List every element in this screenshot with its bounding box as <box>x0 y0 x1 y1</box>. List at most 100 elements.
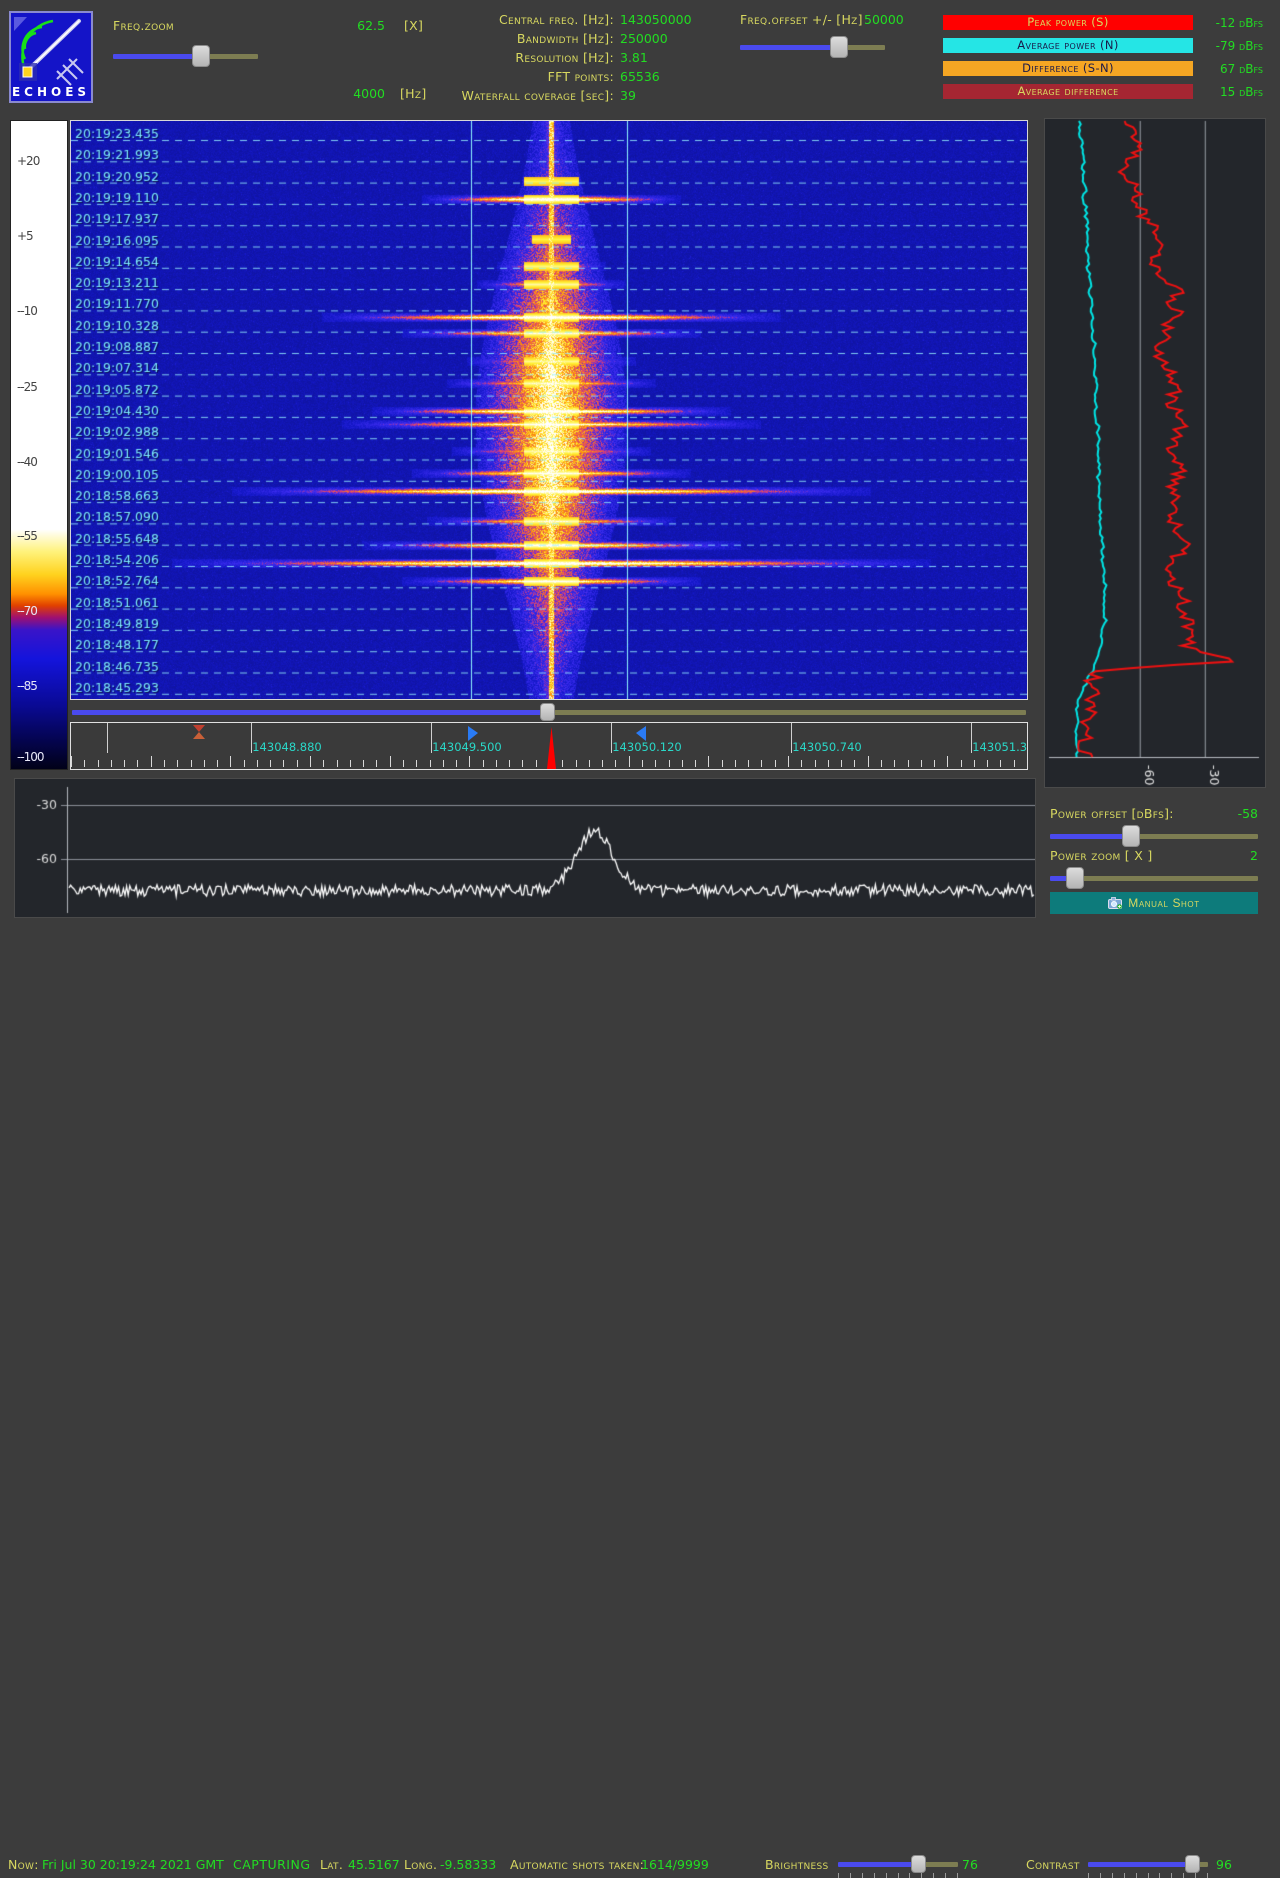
status-now-value: Fri Jul 30 20:19:24 2021 GMT <box>42 1857 224 1872</box>
ruler-tick <box>151 756 152 767</box>
top-toolbar: ECHOES Freq.zoom 62.5 [X] 4000 [Hz] Cent… <box>0 0 1280 115</box>
param-row: Resolution [Hz]:3.81 <box>470 50 700 69</box>
slider-knob[interactable] <box>540 703 555 721</box>
ruler-label: 143049.500 <box>432 740 502 754</box>
ruler-tick <box>669 760 670 767</box>
ruler-tick <box>708 756 709 767</box>
ruler-gridline <box>107 723 108 753</box>
ruler-tick <box>376 760 377 767</box>
ruler-tick <box>323 760 324 767</box>
param-label: FFT points: <box>548 69 614 84</box>
slider-track-filled <box>113 54 201 59</box>
status-bar: Now: Fri Jul 30 20:19:24 2021 GMT CAPTUR… <box>0 925 1280 963</box>
marker-left-arrow[interactable] <box>636 726 647 742</box>
ruler-tick <box>921 760 922 767</box>
ruler-tick <box>137 760 138 767</box>
ruler-label: 143048.880 <box>252 740 322 754</box>
ruler-tick <box>1027 756 1028 767</box>
power-indicator-row: Difference (S-N)67 dBfs <box>943 60 1273 77</box>
average-difference-bar: Average difference <box>943 84 1193 99</box>
frequency-ruler[interactable]: 143048.880143049.500143050.120143050.740… <box>70 722 1028 770</box>
brightness-value: 76 <box>962 1857 978 1872</box>
color-scale-tick: --100 <box>17 750 44 764</box>
manual-shot-button[interactable]: Manual Shot <box>1050 892 1258 914</box>
waterfall-display[interactable] <box>70 120 1028 700</box>
power-offset-label: Power offset [dBfs]: <box>1050 806 1174 821</box>
ruler-tick <box>868 756 869 767</box>
ruler-tick <box>496 760 497 767</box>
slider-knob[interactable] <box>1066 867 1084 889</box>
ruler-tick <box>270 760 271 767</box>
frequency-ruler-area: 143048.880143049.500143050.120143050.740… <box>70 702 1028 770</box>
param-row: Central freq. [Hz]:143050000 <box>470 12 700 31</box>
contrast-label: Contrast <box>1026 1857 1080 1872</box>
power-zoom-value: 2 <box>1222 848 1258 863</box>
param-value: 39 <box>620 88 700 103</box>
power-zoom-label: Power zoom [ X ] <box>1050 848 1153 863</box>
freq-zoom-hz-unit: [Hz] <box>400 86 427 101</box>
ruler-tick <box>164 760 165 767</box>
status-shots-label: Automatic shots taken: <box>510 1857 644 1872</box>
ruler-tick <box>1014 760 1015 767</box>
ruler-tick <box>854 760 855 767</box>
power-offset-slider[interactable] <box>1050 828 1258 844</box>
ruler-tick <box>655 760 656 767</box>
ruler-tick <box>1000 760 1001 767</box>
freq-zoom-hz-value: 4000 <box>322 86 385 101</box>
ruler-tick <box>350 760 351 767</box>
power-indicator-row: Average difference15 dBfs <box>943 83 1273 100</box>
ruler-label: 143051.360 <box>972 740 1028 754</box>
ruler-tick <box>297 760 298 767</box>
ruler-tick <box>562 760 563 767</box>
ruler-tick <box>98 760 99 767</box>
ruler-tick <box>337 760 338 767</box>
ruler-tick <box>430 760 431 767</box>
param-row: Bandwidth [Hz]:250000 <box>470 31 700 50</box>
ruler-tick <box>987 760 988 767</box>
slider-track-filled <box>72 710 549 715</box>
freq-offset-slider[interactable] <box>740 38 885 56</box>
ruler-tick <box>536 760 537 767</box>
noise-marker-icon[interactable] <box>193 725 205 739</box>
average-power-value: -79 dBfs <box>1193 39 1267 53</box>
slider-track-filled <box>1088 1862 1194 1867</box>
color-scale-gradient <box>11 121 67 769</box>
param-row: Waterfall coverage [sec]:39 <box>470 88 700 107</box>
ruler-tick <box>602 760 603 767</box>
waterfall-canvas[interactable] <box>71 121 1027 699</box>
ruler-tick <box>576 760 577 767</box>
spectrum-plot <box>14 778 1036 918</box>
slider-knob[interactable] <box>1185 1855 1200 1873</box>
color-scale-tick: --10 <box>17 304 37 318</box>
status-long-value: -9.58333 <box>440 1857 496 1872</box>
param-value: 143050000 <box>620 12 700 27</box>
frequency-pan-slider[interactable] <box>72 706 1026 718</box>
peak-power-value: -12 dBfs <box>1193 16 1267 30</box>
slider-track-filled <box>838 1862 920 1867</box>
color-scale-tick: --40 <box>17 455 37 469</box>
ruler-tick <box>124 760 125 767</box>
ruler-tick <box>177 760 178 767</box>
status-long-label: Long. <box>404 1857 437 1872</box>
param-row: FFT points:65536 <box>470 69 700 88</box>
slider-knob[interactable] <box>830 36 848 58</box>
brightness-slider[interactable] <box>838 1856 958 1872</box>
color-scale-tick: +5 <box>17 229 33 243</box>
ruler-tick <box>775 760 776 767</box>
slider-knob[interactable] <box>192 45 210 67</box>
freq-zoom-slider[interactable] <box>113 47 258 65</box>
ruler-tick <box>908 760 909 767</box>
marker-right-arrow[interactable] <box>468 726 479 742</box>
ruler-tick <box>722 760 723 767</box>
status-capture-state: CAPTURING <box>233 1857 311 1872</box>
ruler-label: 143050.740 <box>792 740 862 754</box>
ruler-tick <box>615 760 616 767</box>
power-zoom-slider[interactable] <box>1050 870 1258 886</box>
contrast-slider[interactable] <box>1088 1856 1208 1872</box>
slider-knob[interactable] <box>911 1855 926 1873</box>
ruler-tick <box>443 760 444 767</box>
brightness-label: Brightness <box>765 1857 829 1872</box>
power-indicator-row: Peak power (S)-12 dBfs <box>943 14 1273 31</box>
tuning-marker-icon[interactable] <box>546 727 557 770</box>
slider-knob[interactable] <box>1122 825 1140 847</box>
